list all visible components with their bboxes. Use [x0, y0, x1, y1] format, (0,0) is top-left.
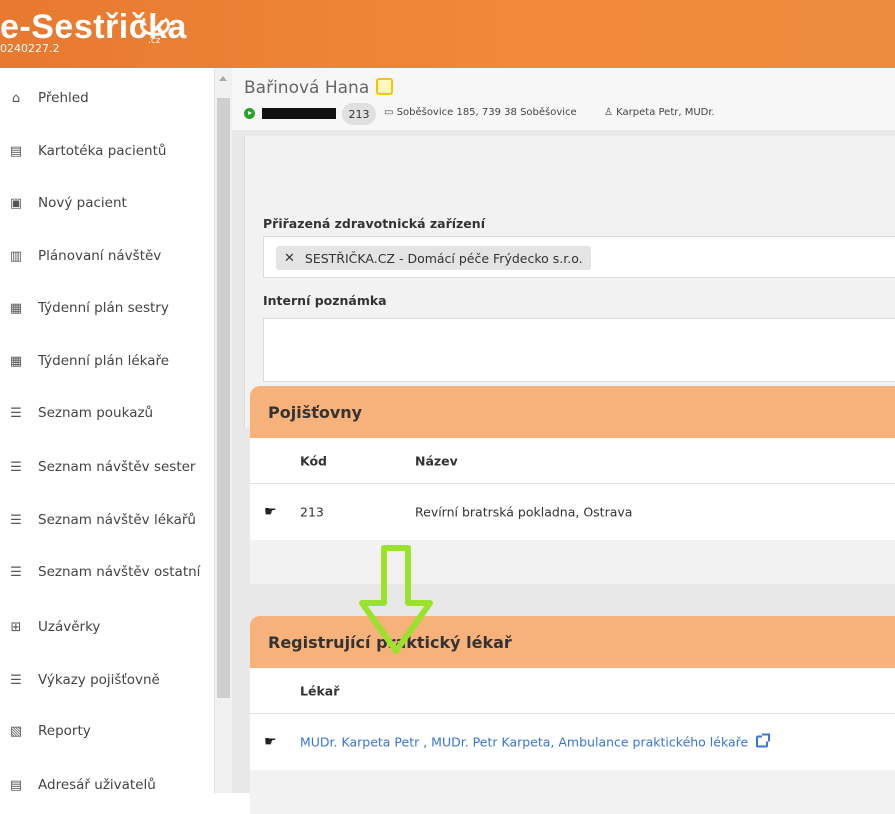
- sidebar-item-label: Reporty: [38, 723, 91, 739]
- sidebar-item-label: Uzávěrky: [38, 619, 101, 635]
- sidebar: ⌂ Přehled ▤ Kartotéka pacientů ▣ Nový pa…: [0, 68, 214, 793]
- facilities-label: Přiřazená zdravotnická zařízení: [263, 216, 485, 231]
- logo-swirl-icon: [140, 14, 170, 36]
- list-icon: ☰: [10, 459, 22, 475]
- sidebar-item-plan-sestry[interactable]: ▦ Týdenní plán sestry: [0, 288, 214, 328]
- user-icon: ♙: [604, 107, 617, 118]
- sticky-note-icon[interactable]: [376, 78, 393, 95]
- status-play-icon: [244, 108, 255, 119]
- list-icon: ☰: [10, 564, 22, 580]
- sidebar-item-novy-pacient[interactable]: ▣ Nový pacient: [0, 183, 214, 223]
- report-icon: ▧: [9, 723, 23, 739]
- insurer-code: 213: [300, 504, 324, 520]
- sidebar-item-navstevy-ostatni[interactable]: ☰ Seznam návštěv ostatní: [0, 552, 214, 592]
- sidebar-item-label: Seznam poukazů: [38, 405, 154, 421]
- sidebar-item-navstevy-lekaru[interactable]: ☰ Seznam návštěv lékařů: [0, 500, 214, 540]
- table-row[interactable]: ☛ MUDr. Karpeta Petr , MUDr. Petr Karpet…: [250, 714, 895, 770]
- gp-card: Registrující praktický lékař Lékař ☛ MUD…: [250, 616, 895, 814]
- sidebar-scrollbar[interactable]: [214, 68, 232, 793]
- sidebar-item-label: Seznam návštěv sester: [38, 459, 196, 475]
- table-icon: ⊞: [10, 619, 22, 635]
- insurers-table-header: Kód Název: [250, 438, 895, 484]
- column-header-name: Název: [415, 453, 458, 468]
- address-icon: ▭: [384, 107, 397, 118]
- list-icon: ☰: [10, 512, 22, 528]
- calendar-icon: ▦: [9, 353, 23, 369]
- hand-pointer-icon: ☛: [264, 504, 277, 520]
- card-footer: [250, 770, 895, 814]
- sidebar-item-adresar[interactable]: ▤ Adresář uživatelů: [0, 765, 214, 805]
- redacted-id: [262, 108, 336, 119]
- sidebar-item-plan-lekare[interactable]: ▦ Týdenní plán lékaře: [0, 341, 214, 381]
- sidebar-item-planovani[interactable]: ▥ Plánovaní návštěv: [0, 236, 214, 276]
- app-version: 0240227.2: [0, 42, 60, 55]
- patient-address: ▭ Soběšovice 185, 739 38 Soběšovice: [384, 107, 577, 118]
- scroll-up-icon[interactable]: [219, 76, 227, 81]
- home-icon: ⌂: [11, 90, 21, 106]
- hand-pointer-icon: ☛: [264, 734, 277, 750]
- top-bar: e-Sestřička .cz 0240227.2: [0, 0, 895, 68]
- sidebar-item-reporty[interactable]: ▧ Reporty: [0, 711, 214, 751]
- list-icon: ☰: [10, 405, 22, 421]
- address-book-icon: ▤: [9, 777, 23, 793]
- map-icon: ▥: [9, 248, 23, 264]
- gp-title: Registrující praktický lékař: [250, 616, 895, 668]
- column-header-code: Kód: [300, 453, 328, 468]
- table-row[interactable]: ☛ 213 Revírní bratrská pokladna, Ostrava: [250, 484, 895, 540]
- sidebar-item-kartoteka[interactable]: ▤ Kartotéka pacientů: [0, 131, 214, 171]
- insurance-badge: 213: [342, 103, 376, 125]
- sidebar-item-vykazy[interactable]: ☰ Výkazy pojišťovně: [0, 660, 214, 700]
- sidebar-item-label: Nový pacient: [38, 195, 127, 211]
- id-card-icon: ▣: [9, 195, 23, 211]
- sidebar-item-label: Seznam návštěv ostatní: [38, 564, 201, 580]
- sidebar-item-poukazy[interactable]: ☰ Seznam poukazů: [0, 393, 214, 433]
- patient-detail-panel: Přiřazená zdravotnická zařízení ✕ SESTŘI…: [244, 136, 895, 428]
- sidebar-item-label: Výkazy pojišťovně: [38, 672, 160, 688]
- gp-doctor-link[interactable]: MUDr. Karpeta Petr , MUDr. Petr Karpeta,…: [300, 735, 748, 750]
- sidebar-item-label: Týdenní plán sestry: [38, 300, 169, 316]
- internal-note-label: Interní poznámka: [263, 293, 387, 308]
- patient-header: Bařinová Hana 213 ▭ Soběšovice 185, 739 …: [232, 68, 895, 130]
- remove-tag-icon[interactable]: ✕: [284, 251, 295, 266]
- sidebar-item-label: Přehled: [38, 90, 89, 106]
- insurers-card: Pojišťovny Kód Název ☛ 213 Revírní bratr…: [250, 386, 895, 584]
- external-link-icon[interactable]: [756, 733, 771, 748]
- sidebar-item-uzaverky[interactable]: ⊞ Uzávěrky: [0, 607, 214, 647]
- down-arrow-annotation-icon: [359, 545, 433, 654]
- card-index-icon: ▤: [9, 143, 23, 159]
- sidebar-item-prehled[interactable]: ⌂ Přehled: [0, 78, 214, 118]
- patient-name: Bařinová Hana: [244, 78, 370, 98]
- calendar-icon: ▦: [9, 300, 23, 316]
- card-footer: [250, 540, 895, 584]
- sidebar-item-navstevy-sester[interactable]: ☰ Seznam návštěv sester: [0, 447, 214, 487]
- patient-address-text: Soběšovice 185, 739 38 Soběšovice: [396, 107, 577, 118]
- insurer-name: Revírní bratrská pokladna, Ostrava: [415, 504, 633, 520]
- sidebar-item-label: Kartotéka pacientů: [38, 143, 167, 159]
- gp-doctor-cell: MUDr. Karpeta Petr , MUDr. Petr Karpeta,…: [300, 733, 771, 750]
- patient-doctor: ♙ Karpeta Petr, MUDr.: [604, 107, 715, 118]
- insurers-title: Pojišťovny: [250, 386, 895, 438]
- sidebar-item-label: Plánovaní návštěv: [38, 248, 162, 264]
- sidebar-item-label: Adresář uživatelů: [38, 777, 156, 793]
- sidebar-item-label: Týdenní plán lékaře: [38, 353, 170, 369]
- scroll-thumb[interactable]: [217, 98, 230, 698]
- patient-doctor-text: Karpeta Petr, MUDr.: [616, 107, 715, 118]
- facilities-select[interactable]: ✕ SESTŘIČKA.CZ - Domácí péče Frýdecko s.…: [263, 236, 895, 278]
- main-content: Bařinová Hana 213 ▭ Soběšovice 185, 739 …: [232, 68, 895, 814]
- internal-note-field[interactable]: [263, 318, 895, 382]
- facility-tag-label: SESTŘIČKA.CZ - Domácí péče Frýdecko s.r.…: [304, 250, 583, 266]
- column-header-doctor: Lékař: [300, 683, 340, 698]
- list-icon: ☰: [10, 672, 22, 688]
- app-logo-suffix: .cz: [148, 36, 161, 46]
- facility-tag: ✕ SESTŘIČKA.CZ - Domácí péče Frýdecko s.…: [276, 246, 591, 270]
- sidebar-item-label: Seznam návštěv lékařů: [38, 512, 196, 528]
- gp-table-header: Lékař: [250, 668, 895, 714]
